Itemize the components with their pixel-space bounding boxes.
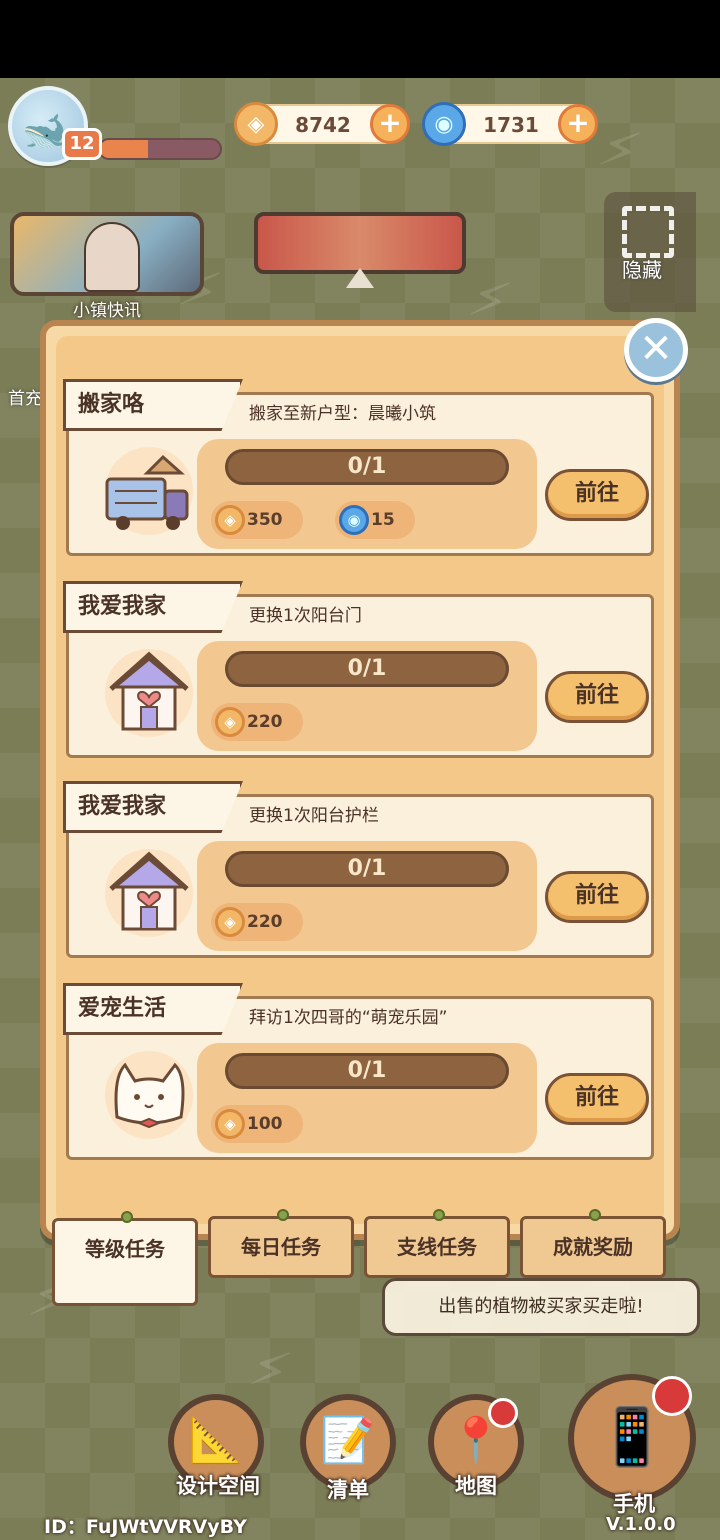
coin-icon: ◈ (215, 707, 245, 737)
list-label: 清单 (327, 1478, 369, 1502)
task-title: 爱宠生活 (63, 983, 243, 1035)
task-card: 搬家咯 搬家至新户型：晨曦小筑 0/1 ◈ 350 ◉ 15 前往 (63, 379, 654, 556)
task-progress-area: 0/1 ◈ 100 (197, 1043, 537, 1153)
tab-side-tasks[interactable]: 支线任务 (364, 1209, 510, 1278)
design-space-label: 设计空间 (176, 1474, 260, 1498)
gem-value: 1731 (483, 113, 539, 137)
map-notification-dot (488, 1398, 518, 1428)
reward-value: 350 (247, 510, 283, 530)
reward-value: 220 (247, 912, 283, 932)
phone-notification-dot (652, 1376, 692, 1416)
coin-reward: ◈ 220 (211, 903, 303, 941)
bolt-decoration-icon: ⚡ (242, 1334, 298, 1407)
status-bar (0, 0, 720, 78)
house-heart-icon (89, 645, 209, 741)
weather-banner[interactable] (254, 212, 466, 274)
task-progress-area: 0/1 ◈ 220 (197, 841, 537, 951)
gem-counter: ◉ 1731 + (422, 102, 598, 146)
go-button[interactable]: 前往 (545, 871, 649, 923)
task-title: 我爱我家 (63, 781, 243, 833)
add-coins-button[interactable]: + (370, 104, 410, 144)
hide-ui-label[interactable]: 隐藏 (622, 254, 662, 283)
exp-bar-fill (100, 140, 148, 158)
gem-swirl-icon: ◉ (422, 102, 466, 146)
notepad-icon: 📝 (320, 1415, 376, 1466)
reward-value: 100 (247, 1114, 283, 1134)
task-progress-text: 0/1 (347, 454, 387, 479)
screenshot-frame-icon[interactable] (622, 206, 674, 258)
whale-icon: 🐋 (22, 111, 67, 152)
coin-icon: ◈ (234, 102, 278, 146)
cat-icon (89, 1047, 209, 1143)
reward-value: 15 (371, 510, 395, 530)
go-button[interactable]: 前往 (545, 469, 649, 521)
task-title: 我爱我家 (63, 581, 243, 633)
task-description: 更换1次阳台门 (249, 606, 362, 626)
gem-reward: ◉ 15 (335, 501, 415, 539)
moving-truck-icon (89, 443, 209, 539)
level-badge: 12 (62, 128, 102, 160)
coin-icon: ◈ (215, 907, 245, 937)
pin-icon (121, 1211, 133, 1223)
weather-arrow-icon (346, 268, 374, 288)
task-progress-bar: 0/1 (225, 1053, 509, 1089)
task-description: 更换1次阳台护栏 (249, 806, 379, 826)
gem-swirl-icon: ◉ (339, 505, 369, 535)
task-progress-bar: 0/1 (225, 449, 509, 485)
version-label: V.1.0.0 (606, 1514, 676, 1535)
ruler-blueprint-icon: 📐 (188, 1415, 244, 1466)
tab-achievements[interactable]: 成就奖励 (520, 1209, 666, 1278)
task-card: 爱宠生活 拜访1次四哥的“萌宠乐园” 0/1 ◈ 100 前往 (63, 983, 654, 1160)
task-title: 搬家咯 (63, 379, 243, 431)
coin-reward: ◈ 220 (211, 703, 303, 741)
news-character-image (84, 222, 140, 292)
coin-icon: ◈ (215, 505, 245, 535)
task-progress-text: 0/1 (347, 656, 387, 681)
first-charge-label[interactable]: 首充 (8, 384, 42, 409)
notification-toast: 出售的植物被买家买走啦! (382, 1278, 700, 1336)
task-card: 我爱我家 更换1次阳台护栏 0/1 ◈ 220 前往 (63, 781, 654, 958)
coin-counter: ◈ 8742 + (234, 102, 410, 146)
map-label: 地图 (455, 1474, 497, 1498)
coin-reward: ◈ 100 (211, 1105, 303, 1143)
task-progress-area: 0/1 ◈ 220 (197, 641, 537, 751)
task-progress-bar: 0/1 (225, 851, 509, 887)
task-progress-text: 0/1 (347, 856, 387, 881)
task-description: 搬家至新户型：晨曦小筑 (249, 404, 436, 424)
player-id: ID：FuJWtVVRVyBY (44, 1516, 247, 1538)
exp-bar (98, 138, 222, 160)
task-description: 拜访1次四哥的“萌宠乐园” (249, 1008, 448, 1028)
tab-label: 成就奖励 (553, 1235, 633, 1259)
pin-icon (277, 1209, 289, 1221)
tab-label: 支线任务 (397, 1235, 477, 1259)
go-button[interactable]: 前往 (545, 671, 649, 723)
house-heart-icon (89, 845, 209, 941)
task-progress-text: 0/1 (347, 1058, 387, 1083)
pin-icon (589, 1209, 601, 1221)
go-button[interactable]: 前往 (545, 1073, 649, 1125)
task-progress-bar: 0/1 (225, 651, 509, 687)
tab-label: 等级任务 (85, 1237, 165, 1261)
tab-level-tasks[interactable]: 等级任务 (52, 1211, 198, 1306)
tab-daily-tasks[interactable]: 每日任务 (208, 1209, 354, 1278)
coin-reward: ◈ 350 (211, 501, 303, 539)
pin-icon (433, 1209, 445, 1221)
coin-icon: ◈ (215, 1109, 245, 1139)
town-news-label: 小镇快讯 (73, 301, 141, 321)
close-button[interactable]: ✕ (624, 318, 688, 382)
coin-value: 8742 (295, 113, 351, 137)
tab-label: 每日任务 (241, 1235, 321, 1259)
reward-value: 220 (247, 712, 283, 732)
bolt-decoration-icon: ⚡ (592, 114, 648, 187)
task-card: 我爱我家 更换1次阳台门 0/1 ◈ 220 前往 (63, 581, 654, 758)
town-news-card[interactable] (10, 212, 204, 296)
task-progress-area: 0/1 ◈ 350 ◉ 15 (197, 439, 537, 549)
add-gems-button[interactable]: + (558, 104, 598, 144)
